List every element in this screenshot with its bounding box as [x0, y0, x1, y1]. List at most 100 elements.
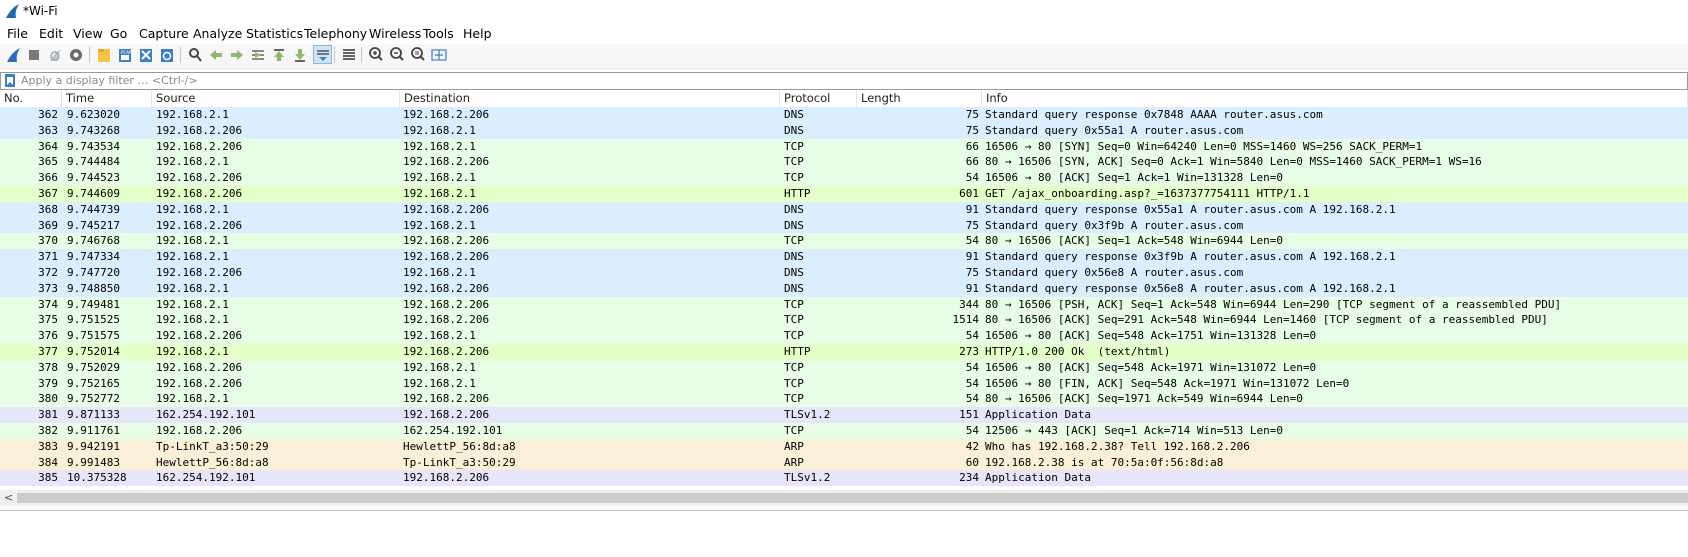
- menu-analyze[interactable]: Analyze: [193, 26, 242, 41]
- packet-row[interactable]: 376 9.751575 192.168.2.206 192.168.2.1 TCP 54…: [0, 328, 1688, 344]
- cell-proto: TCP: [784, 298, 804, 311]
- packet-row[interactable]: 380 9.752772 192.168.2.1 192.168.2.206 TCP 54…: [0, 391, 1688, 407]
- svg-text:PCAP: PCAP: [121, 50, 132, 55]
- go-first-packet-icon[interactable]: [270, 46, 288, 64]
- go-last-packet-icon[interactable]: [291, 46, 309, 64]
- normal-size-icon[interactable]: [409, 46, 427, 64]
- menu-statistics[interactable]: Statistics: [246, 26, 303, 41]
- open-file-icon[interactable]: [95, 46, 113, 64]
- cell-info: Standard query response 0x55a1 A router.…: [985, 203, 1396, 216]
- go-back-icon[interactable]: [207, 46, 225, 64]
- zoom-in-icon[interactable]: [367, 46, 385, 64]
- cell-len: 75: [965, 219, 979, 232]
- scroll-left-icon[interactable]: <: [4, 491, 13, 504]
- cell-no: 385: [38, 471, 58, 484]
- find-packet-icon[interactable]: [186, 46, 204, 64]
- cell-len: 42: [965, 440, 979, 453]
- packet-details-pane[interactable]: [0, 510, 1688, 557]
- display-filter-input[interactable]: [21, 73, 1661, 88]
- packet-row[interactable]: 365 9.744484 192.168.2.1 192.168.2.206 TCP 66…: [0, 154, 1688, 170]
- column-header-time[interactable]: Time: [62, 90, 152, 107]
- menu-capture[interactable]: Capture: [139, 26, 189, 41]
- horizontal-scrollbar[interactable]: <: [0, 490, 1688, 506]
- packet-row[interactable]: 374 9.749481 192.168.2.1 192.168.2.206 TCP 34…: [0, 297, 1688, 313]
- autoscroll-icon[interactable]: [313, 45, 332, 64]
- packet-row[interactable]: 362 9.623020 192.168.2.1 192.168.2.206 DNS 75…: [0, 107, 1688, 123]
- close-file-icon[interactable]: [137, 46, 155, 64]
- column-header-proto[interactable]: Protocol: [780, 90, 857, 107]
- packet-row[interactable]: 373 9.748850 192.168.2.1 192.168.2.206 DNS 91…: [0, 281, 1688, 297]
- menu-edit[interactable]: Edit: [39, 26, 63, 41]
- menu-go[interactable]: Go: [110, 26, 127, 41]
- start-capture-icon[interactable]: [4, 46, 22, 64]
- menu-tools[interactable]: Tools: [423, 26, 454, 41]
- cell-src: 192.168.2.206: [156, 219, 243, 232]
- cell-proto: DNS: [784, 219, 804, 232]
- packet-row[interactable]: 372 9.747720 192.168.2.206 192.168.2.1 DNS 75…: [0, 265, 1688, 281]
- column-header-len[interactable]: Length: [857, 90, 982, 107]
- column-header-dst[interactable]: Destination: [400, 90, 780, 107]
- cell-len: 234: [959, 471, 979, 484]
- cell-proto: TCP: [784, 140, 804, 153]
- packet-row[interactable]: 385 10.375328 162.254.192.101 192.168.2.206…: [0, 470, 1688, 486]
- resize-columns-icon[interactable]: [430, 46, 448, 64]
- cell-dst: 192.168.2.206: [403, 408, 490, 421]
- cell-no: 378: [38, 361, 58, 374]
- cell-info: 16506 → 80 [ACK] Seq=548 Ack=1971 Win=13…: [985, 361, 1317, 374]
- packet-row[interactable]: 367 9.744609 192.168.2.206 192.168.2.1 HTTP 6…: [0, 186, 1688, 202]
- menu-wireless[interactable]: Wireless: [369, 26, 421, 41]
- menu-view[interactable]: View: [73, 26, 103, 41]
- packet-row[interactable]: 370 9.746768 192.168.2.1 192.168.2.206 TCP 54…: [0, 233, 1688, 249]
- column-header-info[interactable]: Info: [982, 90, 1688, 107]
- packet-row[interactable]: 363 9.743268 192.168.2.206 192.168.2.1 DNS 75…: [0, 123, 1688, 139]
- packet-row[interactable]: 378 9.752029 192.168.2.206 192.168.2.1 TCP 54…: [0, 360, 1688, 376]
- packet-row[interactable]: 371 9.747334 192.168.2.1 192.168.2.206 DNS 91…: [0, 249, 1688, 265]
- cell-time: 10.375328: [67, 471, 127, 484]
- packet-row[interactable]: 377 9.752014 192.168.2.1 192.168.2.206 HTTP 2…: [0, 344, 1688, 360]
- go-to-packet-icon[interactable]: [249, 46, 267, 64]
- cell-dst: 192.168.2.206: [403, 298, 490, 311]
- menu-help[interactable]: Help: [463, 26, 492, 41]
- menu-telephony[interactable]: Telephony: [304, 26, 367, 41]
- cell-time: 9.752165: [67, 377, 120, 390]
- packet-row[interactable]: 381 9.871133 162.254.192.101 192.168.2.206 T…: [0, 407, 1688, 423]
- capture-options-icon[interactable]: [67, 46, 85, 64]
- cell-proto: TLSv1.2: [784, 408, 831, 421]
- column-header-no[interactable]: No.: [0, 90, 62, 107]
- cell-len: 601: [959, 187, 979, 200]
- cell-no: 376: [38, 329, 58, 342]
- menu-file[interactable]: File: [7, 26, 28, 41]
- filter-bookmark-icon[interactable]: [5, 74, 15, 87]
- packet-row[interactable]: 384 9.991483 HewlettP_56:8d:a8 Tp-LinkT_a3:…: [0, 455, 1688, 471]
- cell-proto: TCP: [784, 392, 804, 405]
- scrollbar-thumb[interactable]: [17, 493, 1688, 503]
- cell-proto: TLSv1.2: [784, 471, 831, 484]
- cell-no: 384: [38, 456, 58, 469]
- packet-row[interactable]: 383 9.942191 Tp-LinkT_a3:50:29 HewlettP_56:…: [0, 439, 1688, 455]
- packet-row[interactable]: 379 9.752165 192.168.2.206 192.168.2.1 TCP 54…: [0, 376, 1688, 392]
- packet-row[interactable]: 366 9.744523 192.168.2.206 192.168.2.1 TCP 54…: [0, 170, 1688, 186]
- cell-info: Application Data: [985, 408, 1091, 421]
- cell-len: 54: [965, 329, 979, 342]
- save-file-icon[interactable]: PCAP: [116, 46, 134, 64]
- cell-len: 66: [965, 140, 979, 153]
- cell-src: Tp-LinkT_a3:50:29: [156, 440, 269, 453]
- stop-capture-icon[interactable]: [25, 46, 43, 64]
- cell-proto: DNS: [784, 250, 804, 263]
- cell-no: 373: [38, 282, 58, 295]
- restart-capture-icon[interactable]: [46, 46, 64, 64]
- packet-row[interactable]: 382 9.911761 192.168.2.206 162.254.192.101 T…: [0, 423, 1688, 439]
- packet-row[interactable]: 369 9.745217 192.168.2.206 192.168.2.1 DNS 75…: [0, 218, 1688, 234]
- cell-time: 9.744523: [67, 171, 120, 184]
- packet-row[interactable]: 375 9.751525 192.168.2.1 192.168.2.206 TCP 15…: [0, 312, 1688, 328]
- column-header-src[interactable]: Source: [152, 90, 400, 107]
- packet-row[interactable]: 364 9.743534 192.168.2.206 192.168.2.1 TCP 66…: [0, 139, 1688, 155]
- packet-row[interactable]: 368 9.744739 192.168.2.1 192.168.2.206 DNS 91…: [0, 202, 1688, 218]
- cell-proto: TCP: [784, 171, 804, 184]
- reload-file-icon[interactable]: [158, 46, 176, 64]
- zoom-out-icon[interactable]: [388, 46, 406, 64]
- toolbar-separator: [180, 47, 181, 63]
- cell-dst: 162.254.192.101: [403, 424, 503, 437]
- go-forward-icon[interactable]: [228, 46, 246, 64]
- colorize-icon[interactable]: [340, 46, 358, 64]
